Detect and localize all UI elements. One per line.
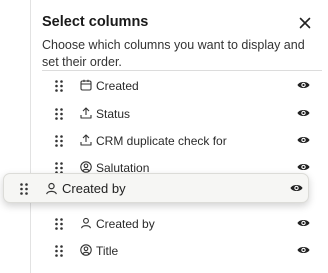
close-icon <box>299 17 311 29</box>
column-row-status[interactable]: Status <box>31 100 328 128</box>
eye-icon[interactable] <box>290 183 303 193</box>
eye-icon[interactable] <box>297 80 310 90</box>
user-icon <box>45 182 58 195</box>
upload-icon <box>80 107 92 119</box>
drag-handle-icon[interactable] <box>55 108 63 120</box>
drag-handle-icon[interactable] <box>55 80 63 92</box>
column-label: Status <box>96 107 131 121</box>
eye-icon[interactable] <box>297 245 310 255</box>
eye-icon[interactable] <box>297 135 310 145</box>
eye-icon[interactable] <box>297 108 310 118</box>
eye-icon[interactable] <box>297 162 310 172</box>
select-columns-panel: Select columns Choose which columns you … <box>30 0 328 273</box>
column-row-created[interactable]: Created <box>31 72 328 100</box>
column-label: Created <box>96 79 139 93</box>
close-button[interactable] <box>295 13 315 33</box>
user-circle-icon <box>80 244 92 256</box>
column-row-created-by[interactable]: Created by <box>31 210 328 238</box>
drag-handle-icon[interactable] <box>55 218 63 230</box>
panel-title: Select columns <box>42 14 149 30</box>
upload-icon <box>80 134 92 146</box>
panel-description: Choose which columns you want to display… <box>42 38 305 69</box>
drag-handle-icon[interactable] <box>20 183 28 195</box>
column-label: Created by <box>96 217 155 231</box>
divider <box>42 70 322 71</box>
calendar-icon <box>80 79 92 91</box>
user-circle-icon <box>80 161 92 173</box>
user-icon <box>80 217 92 229</box>
eye-icon[interactable] <box>297 218 310 228</box>
dragging-column-card[interactable]: Created by <box>3 173 309 203</box>
column-label: Title <box>96 244 119 258</box>
column-label: Created by <box>62 181 126 196</box>
column-row-crm-duplicate-check[interactable]: CRM duplicate check for <box>31 127 328 155</box>
column-label: CRM duplicate check for <box>96 134 227 148</box>
column-row-title[interactable]: Title <box>31 237 328 265</box>
drag-handle-icon[interactable] <box>55 135 63 147</box>
drag-handle-icon[interactable] <box>55 245 63 257</box>
